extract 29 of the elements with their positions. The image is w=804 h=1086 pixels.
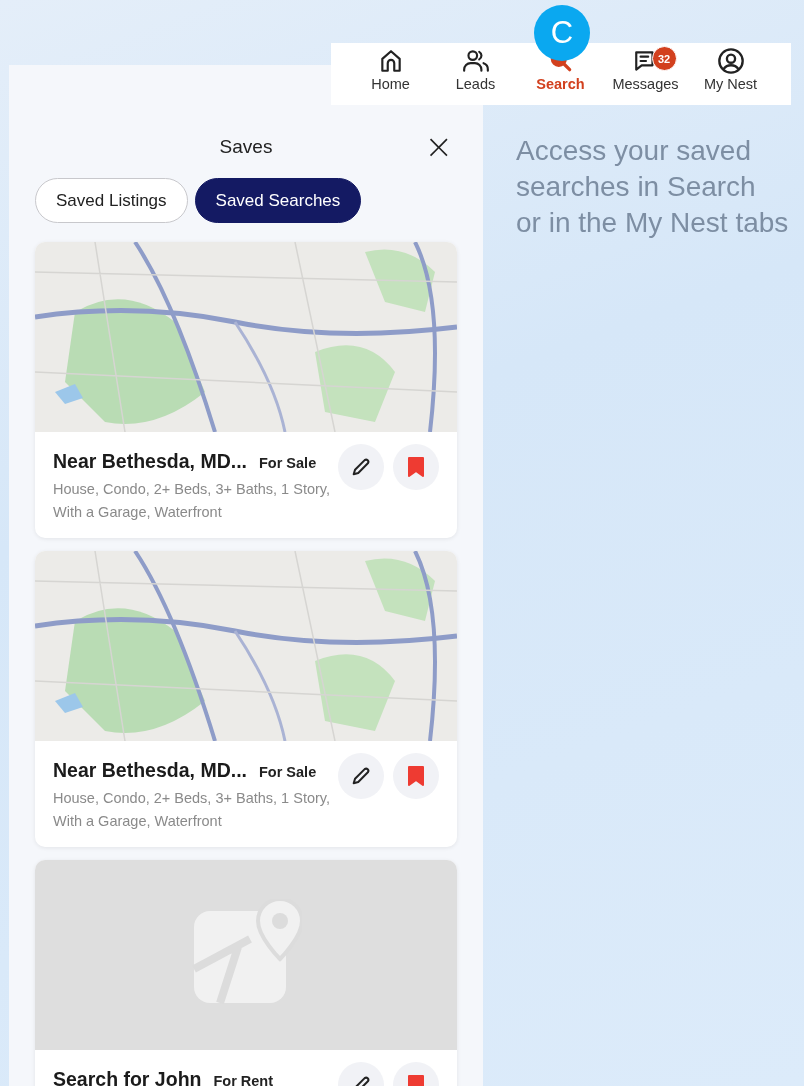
- count-badge: 32: [651, 46, 677, 71]
- nav-tab[interactable]: Leads: [433, 43, 518, 105]
- search-criteria: House, Condo, 2+ Beds, 3+ Baths, 1 Story, With a Garage, Waterfront: [53, 789, 330, 831]
- bookmark-icon: [407, 766, 425, 786]
- listing-type: For Sale: [259, 764, 317, 780]
- listing-type: For Sale: [259, 455, 317, 471]
- pencil-icon: [350, 765, 372, 787]
- search-title: Near Bethesda, MD...: [53, 759, 247, 782]
- listing-type: For Rent: [213, 1073, 274, 1086]
- panel-title: Saves: [219, 136, 273, 158]
- user-circle-icon: [716, 47, 745, 75]
- segment-tab[interactable]: Saved Searches: [194, 178, 362, 223]
- search-title: Near Bethesda, MD...: [53, 450, 247, 473]
- callout-tooltip: C: [534, 5, 590, 61]
- nav-tab[interactable]: 32 Messages: [603, 43, 688, 105]
- bookmark-icon: [407, 457, 425, 477]
- search-title: Search for John: [53, 1068, 202, 1086]
- search-criteria: House, Condo, 2+ Beds, 3+ Baths, 1 Story, With a Garage, Waterfront: [53, 480, 330, 522]
- callout-text: Access your saved searches in Search or in the My Nest tabs: [516, 134, 789, 240]
- bookmark-button[interactable]: [393, 444, 439, 490]
- nav-tab[interactable]: My Nest: [688, 43, 773, 105]
- bookmark-button[interactable]: [393, 753, 439, 799]
- segment-tab[interactable]: Saved Listings: [35, 178, 188, 223]
- nav-tab[interactable]: Home: [348, 43, 433, 105]
- edit-button[interactable]: [338, 753, 384, 799]
- close-button[interactable]: ×: [420, 128, 457, 164]
- people-icon: [461, 48, 490, 74]
- pencil-icon: [350, 456, 372, 478]
- edit-button[interactable]: [338, 444, 384, 490]
